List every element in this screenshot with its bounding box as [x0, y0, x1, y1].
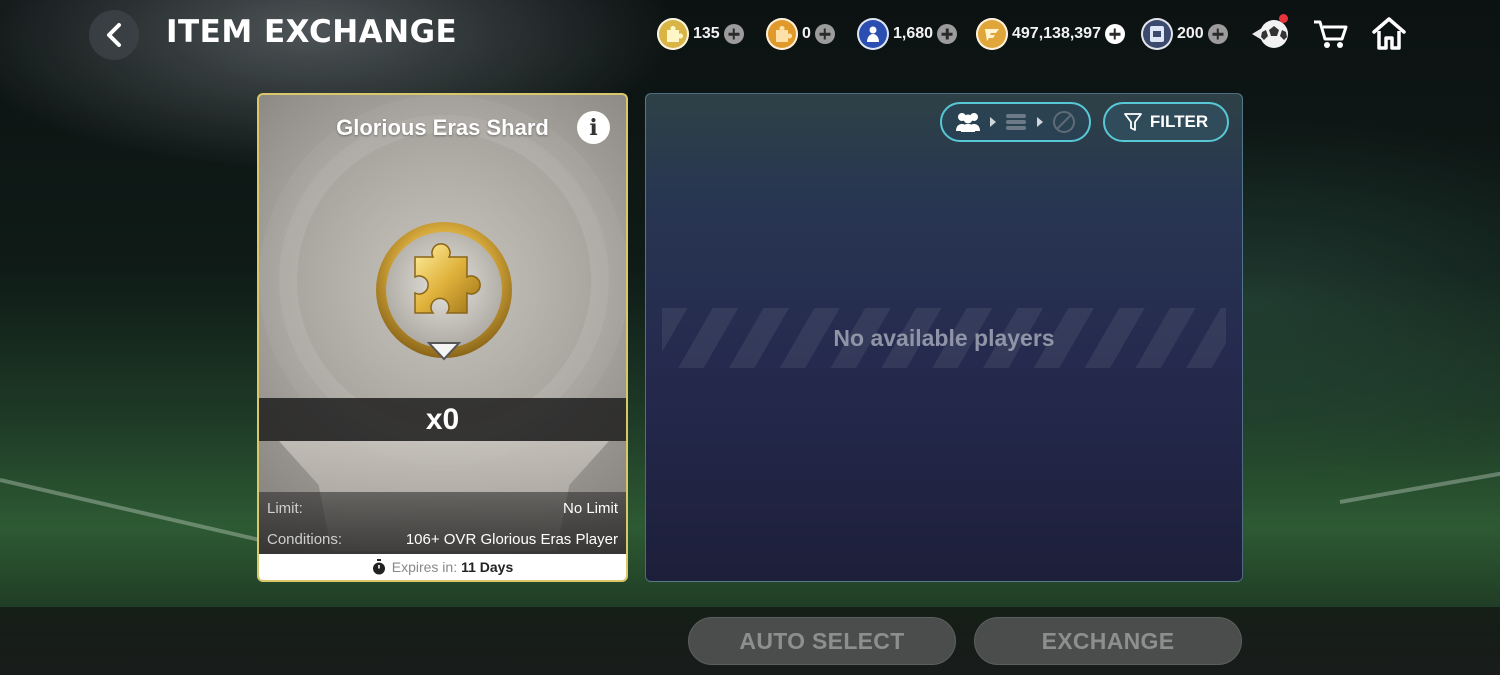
- expires-label: Expires in:: [391, 559, 458, 575]
- exchange-button[interactable]: EXCHANGE: [974, 617, 1242, 665]
- no-trade-icon: [1053, 111, 1076, 133]
- cart-icon[interactable]: [1310, 14, 1352, 54]
- add-currency-button[interactable]: [814, 24, 835, 44]
- currency-glorious-eras-shard: 135: [657, 17, 744, 51]
- chevron-left-icon: [107, 23, 121, 47]
- add-currency-button[interactable]: [937, 24, 958, 44]
- page-title: ITEM EXCHANGE: [166, 14, 458, 50]
- expires-value: 11 Days: [461, 559, 514, 575]
- fc-coin-icon: [976, 18, 1008, 50]
- puzzle-medal-icon: [376, 222, 512, 361]
- currency-coins: 497,138,397: [976, 17, 1125, 51]
- pitch-line: [1339, 470, 1500, 504]
- player-list-panel: FILTER No available players: [645, 93, 1243, 582]
- currency-value: 0: [802, 25, 811, 42]
- info-button[interactable]: i: [577, 111, 610, 144]
- expiry-bar: Expires in: 11 Days: [259, 554, 626, 580]
- info-icon: i: [589, 114, 598, 141]
- auto-select-button[interactable]: AUTO SELECT: [688, 617, 956, 665]
- item-details: Limit: No Limit Conditions: 106+ OVR Glo…: [259, 492, 626, 554]
- filter-label: FILTER: [1149, 112, 1209, 131]
- back-button[interactable]: [89, 10, 139, 60]
- football-icon[interactable]: [1250, 14, 1292, 54]
- puzzle-coin-icon: [657, 18, 689, 50]
- stack-icon: [1006, 114, 1027, 130]
- players-icon: [955, 113, 980, 132]
- currency-shard-orange: 0: [766, 17, 835, 51]
- add-currency-button[interactable]: [723, 24, 744, 44]
- stopwatch-icon: [372, 559, 385, 575]
- currency-value: 200: [1177, 25, 1204, 42]
- currency-value: 135: [693, 25, 720, 42]
- notification-dot: [1279, 14, 1288, 23]
- arrow-right-icon: [1037, 117, 1044, 127]
- funnel-icon: [1123, 113, 1142, 131]
- sort-toggle[interactable]: [940, 102, 1091, 142]
- limit-value: No Limit: [562, 500, 618, 517]
- home-icon[interactable]: [1368, 14, 1410, 54]
- currency-value: 1,680: [893, 25, 934, 42]
- puzzle-coin-orange-icon: [766, 18, 798, 50]
- season-token-icon: [1141, 18, 1173, 50]
- item-title: Glorious Eras Shard: [336, 115, 549, 140]
- add-currency-button[interactable]: [1104, 24, 1125, 44]
- currency-season-token: 200: [1141, 17, 1228, 51]
- item-card: Glorious Eras Shard i x0 Limit: No Limit…: [257, 93, 628, 582]
- limit-row: Limit: No Limit: [267, 498, 618, 529]
- filter-button[interactable]: FILTER: [1103, 102, 1229, 142]
- limit-label: Limit:: [267, 500, 303, 517]
- arrow-right-icon: [989, 117, 996, 127]
- empty-state-message: No available players: [833, 325, 1055, 351]
- player-token-icon: [857, 18, 889, 50]
- item-quantity: x0: [259, 398, 626, 441]
- add-currency-button[interactable]: [1207, 24, 1228, 44]
- currency-value: 497,138,397: [1012, 25, 1101, 42]
- currency-player-token: 1,680: [857, 17, 958, 51]
